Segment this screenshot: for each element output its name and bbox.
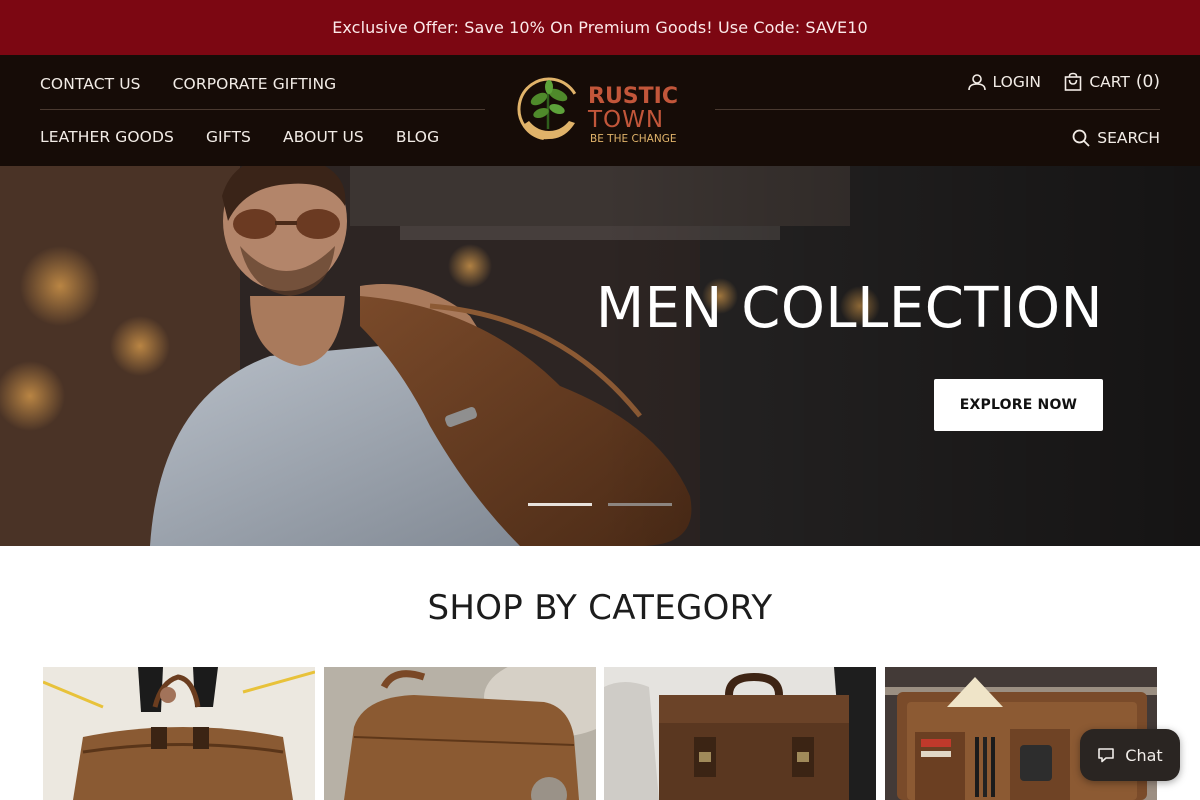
duffel-bag-image	[43, 667, 315, 800]
nav-link-corporate-gifting[interactable]: CORPORATE GIFTING	[173, 75, 337, 93]
announcement-text: Exclusive Offer: Save 10% On Premium Goo…	[332, 18, 868, 37]
nav-link-gifts[interactable]: GIFTS	[206, 128, 251, 146]
svg-text:BE THE CHANGE: BE THE CHANGE	[590, 133, 677, 145]
chat-label: Chat	[1125, 745, 1163, 765]
hero-title: MEN COLLECTION	[595, 276, 1103, 341]
cart-count: (0)	[1135, 72, 1160, 92]
explore-now-button[interactable]: EXPLORE NOW	[934, 379, 1103, 431]
category-card-2[interactable]	[324, 667, 596, 800]
utility-divider	[715, 109, 1160, 110]
secondary-nav-row: CONTACT US CORPORATE GIFTING	[40, 75, 336, 93]
hero-banner[interactable]: MEN COLLECTION EXPLORE NOW	[0, 166, 1200, 546]
nav-link-about-us[interactable]: ABOUT US	[283, 128, 364, 146]
search-icon	[1072, 129, 1090, 147]
search-label: SEARCH	[1097, 129, 1160, 147]
nav-link-blog[interactable]: BLOG	[396, 128, 439, 146]
login-link[interactable]: LOGIN	[967, 72, 1041, 92]
nav-link-contact-us[interactable]: CONTACT US	[40, 75, 141, 93]
shopping-bag-icon	[1065, 72, 1082, 91]
site-logo[interactable]: RUSTIC TOWN BE THE CHANGE	[515, 73, 687, 149]
rustic-town-logo-icon: RUSTIC TOWN BE THE CHANGE	[517, 77, 678, 145]
utility-navigation: LOGIN CART (0) SEARCH	[715, 55, 1160, 166]
cart-link[interactable]: CART (0)	[1063, 72, 1160, 92]
slide-indicator-2[interactable]	[608, 503, 672, 506]
category-card-1[interactable]	[43, 667, 315, 800]
svg-text:RUSTIC: RUSTIC	[588, 84, 678, 109]
category-grid	[43, 667, 1157, 800]
briefcase-image	[604, 667, 876, 800]
site-header: CONTACT US CORPORATE GIFTING LEATHER GOO…	[0, 55, 1200, 166]
category-card-3[interactable]	[604, 667, 876, 800]
nav-divider	[40, 109, 485, 110]
search-link[interactable]: SEARCH	[1071, 128, 1160, 148]
nav-link-leather-goods[interactable]: LEATHER GOODS	[40, 128, 174, 146]
chat-bubble-icon	[1098, 748, 1115, 763]
slide-indicator-1[interactable]	[528, 503, 592, 506]
section-title-shop-by-category: SHOP BY CATEGORY	[427, 588, 773, 628]
user-icon	[967, 74, 986, 91]
chat-button[interactable]: Chat	[1080, 729, 1180, 781]
login-label: LOGIN	[992, 73, 1041, 91]
svg-text:TOWN: TOWN	[587, 107, 664, 133]
announcement-bar: Exclusive Offer: Save 10% On Premium Goo…	[0, 0, 1200, 55]
main-nav-row: LEATHER GOODS GIFTS ABOUT US BLOG	[40, 128, 439, 146]
primary-navigation: CONTACT US CORPORATE GIFTING LEATHER GOO…	[40, 55, 485, 166]
hero-photo-man-with-leather-bag	[0, 166, 1200, 546]
toiletry-bag-image	[324, 667, 596, 800]
cart-label: CART	[1089, 73, 1130, 91]
